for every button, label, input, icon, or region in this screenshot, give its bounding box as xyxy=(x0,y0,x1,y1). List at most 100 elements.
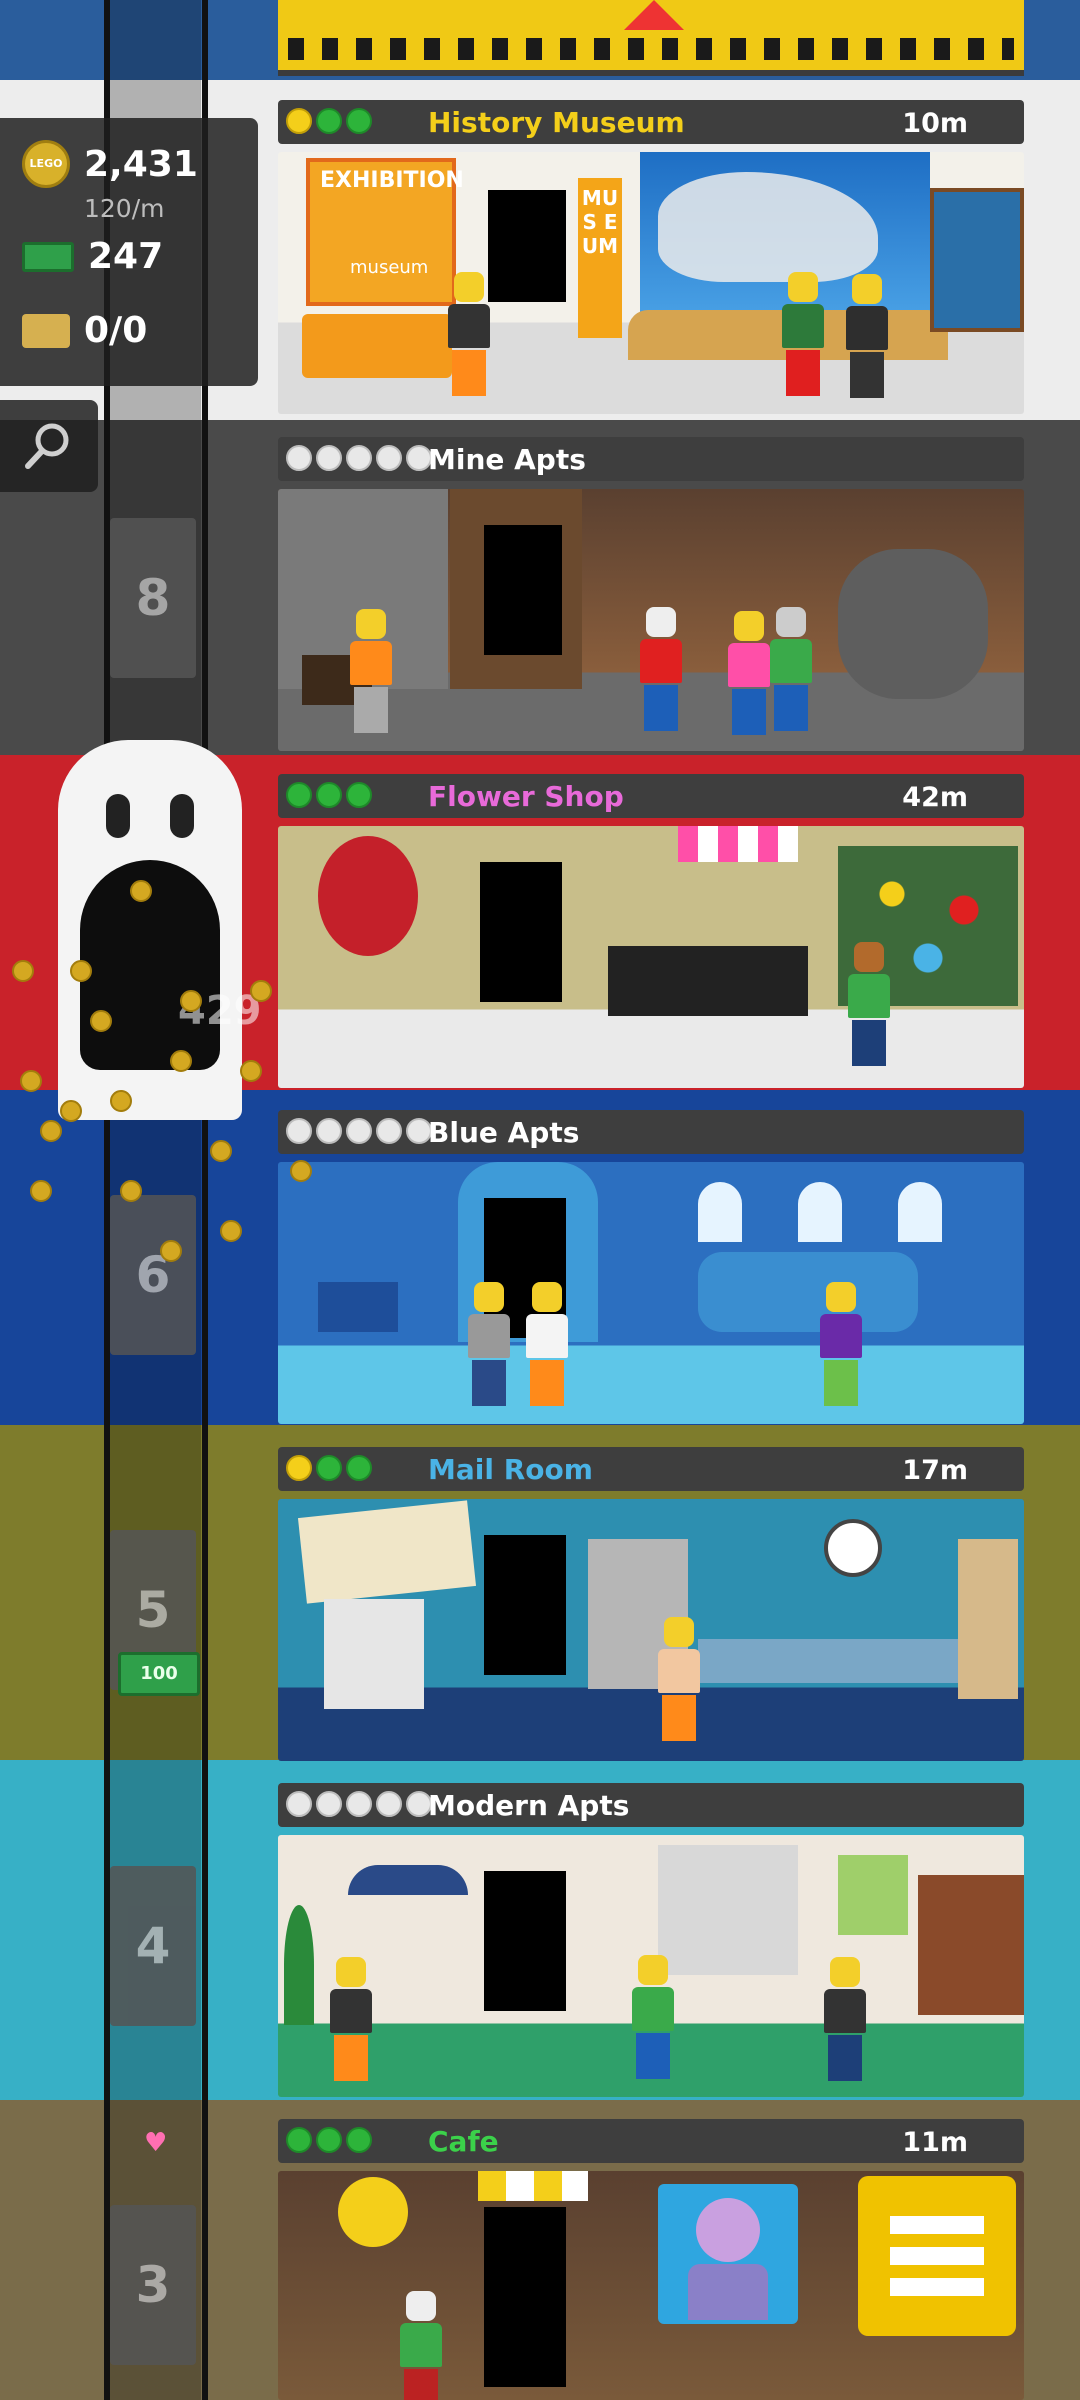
modern-door[interactable] xyxy=(484,1871,566,2011)
bux-icon xyxy=(22,241,74,272)
coin-sparkle xyxy=(240,1060,262,1082)
coin-rate: 120/m xyxy=(84,194,165,223)
floor-sign: Mail Room 17m xyxy=(278,1447,1024,1491)
currency-hud[interactable]: LEGO 2,431 120/m 247 0/0 xyxy=(0,118,258,386)
copier xyxy=(324,1599,424,1709)
floor-sign: Modern Apts xyxy=(278,1783,1024,1827)
floor-sign: Flower Shop 42m xyxy=(278,774,1024,818)
flower-counter xyxy=(608,946,808,1016)
caveman-case xyxy=(930,188,1024,332)
heart-icon[interactable]: ♥ xyxy=(144,2128,167,2158)
coin-sparkle xyxy=(220,1220,242,1242)
mine-door[interactable] xyxy=(484,525,562,655)
floor-name: Flower Shop xyxy=(428,780,624,813)
rating-dots xyxy=(286,1791,432,1817)
coin-sparkle xyxy=(170,1050,192,1072)
room-scene-modern[interactable] xyxy=(278,1835,1024,2097)
sun-lamp xyxy=(338,2177,408,2247)
cafe-sign-top xyxy=(478,2171,588,2201)
minifig[interactable] xyxy=(524,1282,570,1408)
minifig[interactable] xyxy=(656,1617,702,1743)
coin-sparkle xyxy=(210,1140,232,1162)
floor-number-8: 8 xyxy=(110,518,196,678)
museum-door[interactable] xyxy=(488,190,566,302)
visitor-portrait-card[interactable] xyxy=(658,2184,798,2324)
museum-text: museum xyxy=(350,257,429,278)
cafe-door[interactable] xyxy=(484,2207,566,2387)
mail-door[interactable] xyxy=(484,1535,566,1675)
room-scene-mail[interactable] xyxy=(278,1499,1024,1761)
floor-sign: Mine Apts xyxy=(278,437,1024,481)
minifig[interactable] xyxy=(466,1282,512,1408)
room-scene-blue[interactable] xyxy=(278,1162,1024,1424)
rating-dots xyxy=(286,445,432,471)
search-icon xyxy=(25,423,69,469)
floor-timer: 42m xyxy=(902,782,968,813)
ghost-elevator[interactable]: 429 xyxy=(50,740,262,1120)
parcel-stack xyxy=(958,1539,1018,1699)
bux-pickup[interactable]: 100 xyxy=(118,1652,200,1696)
brick-wall xyxy=(918,1875,1024,2015)
room-scene-museum[interactable]: EXHIBITION museum MUS EUM xyxy=(278,152,1024,414)
minifig[interactable] xyxy=(328,1957,374,2083)
minifig[interactable] xyxy=(822,1957,868,2083)
ghost-eye-right xyxy=(170,794,194,838)
menu-icon xyxy=(890,2216,984,2296)
visitor-avatar-body xyxy=(688,2264,768,2320)
floor-name: History Museum xyxy=(428,106,685,139)
flower-shop-door[interactable] xyxy=(480,862,562,1002)
minifig[interactable] xyxy=(844,274,890,400)
floor-timer: 10m xyxy=(902,108,968,139)
minifig[interactable] xyxy=(818,1282,864,1408)
bricks-value: 0/0 xyxy=(84,310,148,351)
museum-vertical-sign: MUS EUM xyxy=(578,178,622,338)
coin-sparkle xyxy=(90,1010,112,1032)
coin-sparkle xyxy=(12,960,34,982)
mail-counter xyxy=(698,1639,958,1683)
bux-row: 247 xyxy=(22,236,163,277)
green-panel xyxy=(838,1855,908,1935)
minifig[interactable] xyxy=(768,607,814,733)
window-2 xyxy=(798,1182,842,1242)
minifig[interactable] xyxy=(726,611,772,737)
window-1 xyxy=(698,1182,742,1242)
minifig[interactable] xyxy=(638,607,684,733)
exhibition-text: EXHIBITION xyxy=(320,168,464,193)
room-scene-flower[interactable] xyxy=(278,826,1024,1088)
minifig[interactable] xyxy=(630,1955,676,2081)
minifig[interactable] xyxy=(348,609,394,735)
minifig[interactable] xyxy=(846,942,892,1068)
floor-sign: Cafe 11m xyxy=(278,2119,1024,2163)
visitor-avatar xyxy=(696,2198,760,2262)
umbrella xyxy=(348,1865,468,1895)
minifig[interactable] xyxy=(398,2291,444,2400)
coin-sparkle xyxy=(130,880,152,902)
floor-number-6: 6 xyxy=(110,1195,196,1355)
ghost-eye-left xyxy=(106,794,130,838)
blue-sofa xyxy=(698,1252,918,1332)
kitchen-shelf xyxy=(658,1845,798,1975)
coins-value: 2,431 xyxy=(84,143,198,185)
coin-sparkle xyxy=(160,1240,182,1262)
bricks-row: 0/0 xyxy=(22,310,147,351)
blue-table xyxy=(318,1282,398,1332)
floor-number-4: 4 xyxy=(110,1866,196,2026)
floor-timer: 11m xyxy=(902,2127,968,2158)
minifig[interactable] xyxy=(780,272,826,398)
coin-sparkle xyxy=(70,960,92,982)
bux-pickup-value: 100 xyxy=(140,1663,178,1684)
rating-dots xyxy=(286,108,372,134)
floor-timer: 17m xyxy=(902,1455,968,1486)
bux-value: 247 xyxy=(88,236,164,277)
brick-icon xyxy=(22,313,70,348)
search-button[interactable] xyxy=(0,400,98,492)
floor-name: Mine Apts xyxy=(428,443,586,476)
floor-top-trim xyxy=(288,38,1014,60)
floor-name: Mail Room xyxy=(428,1453,593,1486)
minifig[interactable] xyxy=(446,272,492,398)
floor-top-partial xyxy=(278,0,1024,76)
rating-dots xyxy=(286,1118,432,1144)
menu-button[interactable] xyxy=(858,2176,1016,2336)
room-scene-mine[interactable] xyxy=(278,489,1024,751)
coin-sparkle xyxy=(20,1070,42,1092)
